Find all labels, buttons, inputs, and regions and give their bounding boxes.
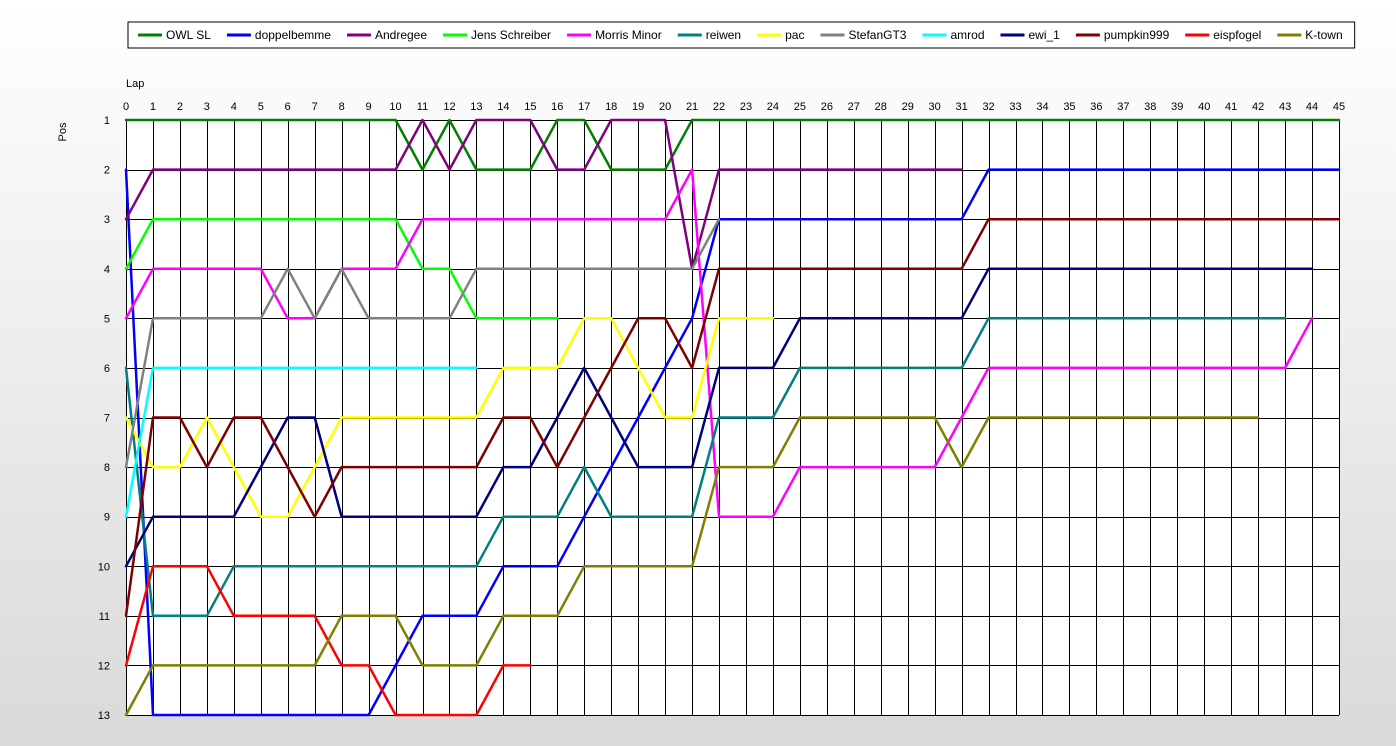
x-tick-label: 20 <box>659 101 671 113</box>
x-tick-label: 33 <box>1009 101 1021 113</box>
x-tick-label: 15 <box>524 101 536 113</box>
x-tick-label: 6 <box>285 101 291 113</box>
legend-label: eispfogel <box>1213 28 1261 42</box>
y-tick-label: 13 <box>98 710 110 722</box>
x-tick-label: 2 <box>177 101 183 113</box>
legend-label: ewi_1 <box>1029 28 1061 42</box>
x-tick-label: 32 <box>982 101 994 113</box>
x-tick-label: 30 <box>929 101 941 113</box>
y-tick-label: 4 <box>104 264 110 276</box>
x-tick-label: 3 <box>204 101 210 113</box>
x-tick-label: 8 <box>339 101 345 113</box>
x-tick-label: 39 <box>1171 101 1183 113</box>
x-tick-label: 21 <box>686 101 698 113</box>
legend-label: Andregee <box>375 28 427 42</box>
y-tick-label: 9 <box>104 512 110 524</box>
x-tick-label: 16 <box>551 101 563 113</box>
x-tick-label: 18 <box>605 101 617 113</box>
y-axis-ticks: 12345678910111213 <box>98 115 110 722</box>
x-tick-label: 41 <box>1225 101 1237 113</box>
x-tick-label: 27 <box>848 101 860 113</box>
x-tick-label: 28 <box>875 101 887 113</box>
x-tick-label: 17 <box>578 101 590 113</box>
x-tick-label: 23 <box>740 101 752 113</box>
x-tick-label: 10 <box>389 101 401 113</box>
x-tick-label: 19 <box>632 101 644 113</box>
legend: OWL SL doppelbemme Andregee Jens Schreiber M… <box>127 21 1356 49</box>
y-tick-label: 1 <box>104 115 110 127</box>
x-tick-label: 34 <box>1036 101 1048 113</box>
x-tick-label: 44 <box>1306 101 1318 113</box>
legend-label: OWL SL <box>166 28 211 42</box>
x-tick-label: 12 <box>443 101 455 113</box>
x-tick-label: 11 <box>417 101 428 113</box>
x-tick-label: 22 <box>713 101 725 113</box>
x-tick-label: 40 <box>1198 101 1210 113</box>
legend-label: StefanGT3 <box>848 28 906 42</box>
x-tick-label: 9 <box>366 101 372 113</box>
x-axis-ticks: 0 1 2 3 4 5 6 7 8 9 10 11 12 13 14 15 16 17 18 19 20 21 22 23 24… <box>123 101 1345 113</box>
x-tick-label: 31 <box>955 101 967 113</box>
x-tick-label: 1 <box>150 101 156 113</box>
x-tick-label: 26 <box>821 101 833 113</box>
y-tick-label: 3 <box>104 214 110 226</box>
x-axis-title: Lap <box>126 78 144 90</box>
legend-label: Jens Schreiber <box>471 28 551 42</box>
x-tick-label: 13 <box>470 101 482 113</box>
y-tick-label: 8 <box>104 462 110 474</box>
y-tick-label: 6 <box>104 363 110 375</box>
y-tick-label: 7 <box>104 413 110 425</box>
legend-label: amrod <box>950 28 984 42</box>
x-tick-label: 4 <box>231 101 237 113</box>
x-tick-label: 37 <box>1117 101 1129 113</box>
legend-label: doppelbemme <box>255 28 331 42</box>
x-tick-label: 7 <box>312 101 318 113</box>
y-tick-label: 10 <box>98 561 110 573</box>
x-tick-label: 5 <box>258 101 264 113</box>
legend-label: K-town <box>1305 28 1342 42</box>
x-tick-label: 43 <box>1279 101 1291 113</box>
x-tick-label: 38 <box>1144 101 1156 113</box>
legend-label: pac <box>785 28 804 42</box>
y-tick-label: 11 <box>99 611 110 623</box>
y-tick-label: 2 <box>104 165 110 177</box>
x-tick-label: 0 <box>123 101 129 113</box>
y-axis-title: Pos <box>57 122 69 141</box>
race-position-chart: OWL SL doppelbemme Andregee Jens Schreiber M… <box>57 21 1356 722</box>
legend-label: reiwen <box>706 28 741 42</box>
x-tick-label: 14 <box>497 101 509 113</box>
y-tick-label: 5 <box>104 313 110 325</box>
x-tick-label: 45 <box>1333 101 1345 113</box>
x-tick-label: 25 <box>794 101 806 113</box>
legend-label: pumpkin999 <box>1104 28 1170 42</box>
legend-label: Morris Minor <box>595 28 662 42</box>
x-tick-label: 29 <box>902 101 914 113</box>
x-tick-label: 36 <box>1090 101 1102 113</box>
x-tick-label: 35 <box>1063 101 1075 113</box>
x-tick-label: 24 <box>767 101 779 113</box>
y-tick-label: 12 <box>98 660 110 672</box>
x-tick-label: 42 <box>1252 101 1264 113</box>
